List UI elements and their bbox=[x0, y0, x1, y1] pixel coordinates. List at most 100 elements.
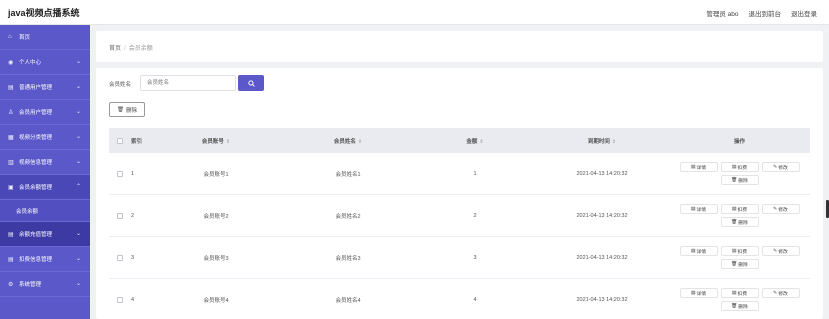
deduct-button[interactable]: ▤ 扣费 bbox=[720, 288, 759, 298]
detail-button[interactable]: ▤ 详情 bbox=[679, 162, 718, 172]
cell-account: 会员账号4 bbox=[203, 297, 229, 304]
header-account[interactable]: 会员账号 ⇕ bbox=[151, 137, 281, 145]
file-icon: ▤ bbox=[731, 290, 737, 296]
search-button[interactable] bbox=[238, 75, 264, 91]
sidebar-item-system[interactable]: ⚙ 系统管理 ⌄ bbox=[0, 272, 90, 297]
edit-button[interactable]: ✎ 修改 bbox=[761, 162, 800, 172]
home-icon: ⌂ bbox=[8, 34, 12, 40]
row-checkbox[interactable] bbox=[117, 170, 123, 177]
detail-button[interactable]: ▤ 详情 bbox=[679, 204, 718, 214]
chevron-down-icon: ⌄ bbox=[75, 84, 81, 90]
detail-button[interactable]: ▤ 详情 bbox=[679, 288, 718, 298]
header-amount[interactable]: 金额 ⇕ bbox=[415, 137, 535, 145]
edit-button[interactable]: ✎ 修改 bbox=[761, 246, 800, 256]
sidebar-item-video-info[interactable]: ▥ 视频信息管理 ⌄ bbox=[0, 150, 90, 175]
sidebar-item-home[interactable]: ⌂ 首页 bbox=[0, 25, 90, 50]
app-title: java视频点播系统 bbox=[8, 8, 80, 18]
row-checkbox[interactable] bbox=[117, 254, 123, 261]
delete-button[interactable]: 🗑 删除 bbox=[720, 259, 759, 269]
chevron-down-icon: ⌄ bbox=[75, 159, 81, 165]
back-to-front-link[interactable]: 退出到前台 bbox=[749, 8, 782, 18]
breadcrumb-separator: / bbox=[124, 46, 126, 52]
sidebar-item-label: 会员用户管理 bbox=[19, 110, 53, 116]
cell-ops: ▤ 详情 ▤ 扣费 ✎ 修改 🗑 删除 bbox=[669, 162, 810, 185]
edit-button[interactable]: ✎ 修改 bbox=[761, 204, 800, 214]
top-bar: java视频点播系统 管理员 abo 退出到前台 退出登录 bbox=[0, 0, 829, 25]
table-body: 1 会员账号1 会员姓名1 1 2021-04-13 14:20:32 ▤ 详情 ▤ 扣费 ✎ 修改… bbox=[109, 153, 810, 319]
sidebar-item-label: 个人中心 bbox=[19, 60, 42, 66]
cell-name: 会员姓名3 bbox=[335, 255, 361, 262]
breadcrumb-home[interactable]: 首页 bbox=[109, 46, 121, 52]
sort-icon: ⇕ bbox=[225, 138, 231, 145]
table-row: 3 会员账号3 会员姓名3 3 2021-04-13 14:20:32 ▤ 详情 ▤ 扣费 ✎ 修改… bbox=[109, 237, 810, 279]
cell-date: 2021-04-13 14:20:32 bbox=[576, 212, 628, 219]
table-row: 4 会员账号4 会员姓名4 4 2021-04-13 14:20:32 ▤ 详情 ▤ 扣费 ✎ 修改… bbox=[109, 279, 810, 319]
sidebar-item-deduction[interactable]: ▤ 扣费信息管理 ⌄ bbox=[0, 247, 90, 272]
cell-amount: 1 bbox=[473, 170, 477, 177]
cell-name: 会员姓名2 bbox=[335, 213, 361, 220]
sidebar-item-video-category[interactable]: ▦ 视频分类管理 ⌄ bbox=[0, 125, 90, 150]
sidebar-subitem-member-balance[interactable]: 会员余额 bbox=[0, 200, 90, 222]
breadcrumb-current: 会员余额 bbox=[128, 46, 153, 52]
chevron-down-icon: ⌄ bbox=[75, 59, 81, 65]
delete-button[interactable]: 🗑 删除 bbox=[720, 217, 759, 227]
cell-date: 2021-04-13 14:20:32 bbox=[576, 170, 628, 177]
cell-ops: ▤ 详情 ▤ 扣费 ✎ 修改 🗑 删除 bbox=[669, 246, 810, 269]
cell-index: 1 bbox=[131, 170, 135, 177]
cell-amount: 2 bbox=[473, 212, 477, 219]
sidebar-item-recharge[interactable]: ▤ 余额充值管理 ⌄ bbox=[0, 222, 90, 247]
table-header: 索引 会员账号 ⇕ 会员姓名 ⇕ 金额 ⇕ 到期时间 ⇕ 操作 bbox=[109, 128, 810, 153]
sidebar-item-label: 会员余额管理 bbox=[19, 185, 53, 191]
delete-button[interactable]: 🗑 删除 bbox=[720, 301, 759, 311]
search-icon bbox=[247, 79, 255, 87]
sidebar-item-label: 视频分类管理 bbox=[19, 135, 53, 141]
breadcrumb-bar: 首页 / 会员余额 bbox=[96, 31, 823, 62]
deduct-button[interactable]: ▤ 扣费 bbox=[720, 246, 759, 256]
cell-index: 3 bbox=[131, 254, 135, 261]
sidebar-item-label: 首页 bbox=[19, 35, 31, 41]
bulk-delete-button[interactable]: 🗑 删除 bbox=[109, 102, 145, 117]
edit-icon: ✎ bbox=[773, 290, 778, 296]
sidebar-item-profile[interactable]: ◉ 个人中心 ⌄ bbox=[0, 50, 90, 75]
file-icon: ▤ bbox=[731, 248, 737, 254]
cell-ops: ▤ 详情 ▤ 扣费 ✎ 修改 🗑 删除 bbox=[669, 288, 810, 311]
delete-button[interactable]: 🗑 删除 bbox=[720, 175, 759, 185]
cell-date: 2021-04-13 14:20:32 bbox=[576, 296, 628, 303]
deduct-button[interactable]: ▤ 扣费 bbox=[720, 162, 759, 172]
edit-icon: ✎ bbox=[773, 164, 778, 170]
system-icon: ⚙ bbox=[8, 281, 14, 288]
logout-link[interactable]: 退出登录 bbox=[791, 8, 817, 18]
chevron-up-icon: ⌃ bbox=[75, 184, 81, 190]
row-checkbox[interactable] bbox=[117, 296, 123, 303]
sidebar-item-label: 视频信息管理 bbox=[19, 160, 53, 166]
cell-account: 会员账号2 bbox=[203, 213, 229, 220]
chevron-down-icon: ⌄ bbox=[75, 231, 81, 237]
video-icon: ▥ bbox=[8, 159, 14, 166]
sidebar-item-member-users[interactable]: ♙ 会员用户管理 ⌄ bbox=[0, 100, 90, 125]
wallet-icon: ▣ bbox=[8, 184, 14, 191]
edit-icon: ✎ bbox=[773, 248, 778, 254]
cell-ops: ▤ 详情 ▤ 扣费 ✎ 修改 🗑 删除 bbox=[669, 204, 810, 227]
row-checkbox[interactable] bbox=[117, 212, 123, 219]
cell-name: 会员姓名4 bbox=[335, 297, 361, 304]
select-all-checkbox[interactable] bbox=[117, 137, 123, 144]
file-icon: ▤ bbox=[690, 290, 696, 296]
category-icon: ▦ bbox=[8, 134, 14, 141]
sidebar-item-member-balance[interactable]: ▣ 会员余额管理 ⌃ bbox=[0, 175, 90, 200]
header-date[interactable]: 到期时间 ⇕ bbox=[535, 137, 669, 145]
sidebar-item-label: 普通用户管理 bbox=[19, 85, 53, 91]
sidebar-item-label: 余额充值管理 bbox=[19, 232, 53, 238]
deduct-button[interactable]: ▤ 扣费 bbox=[720, 204, 759, 214]
sidebar-item-label: 系统管理 bbox=[19, 282, 42, 288]
user-icon: ◉ bbox=[8, 59, 14, 66]
top-right-links: 管理员 abo 退出到前台 退出登录 bbox=[706, 8, 817, 18]
search-label: 会员姓名 bbox=[109, 82, 132, 88]
table-row: 1 会员账号1 会员姓名1 1 2021-04-13 14:20:32 ▤ 详情 ▤ 扣费 ✎ 修改… bbox=[109, 153, 810, 195]
chevron-down-icon: ⌄ bbox=[75, 109, 81, 115]
header-name[interactable]: 会员姓名 ⇕ bbox=[281, 137, 415, 145]
detail-button[interactable]: ▤ 详情 bbox=[679, 246, 718, 256]
sidebar-item-normal-users[interactable]: ▤ 普通用户管理 ⌄ bbox=[0, 75, 90, 100]
cell-index: 4 bbox=[131, 296, 135, 303]
search-input[interactable] bbox=[140, 75, 236, 91]
edit-button[interactable]: ✎ 修改 bbox=[761, 288, 800, 298]
